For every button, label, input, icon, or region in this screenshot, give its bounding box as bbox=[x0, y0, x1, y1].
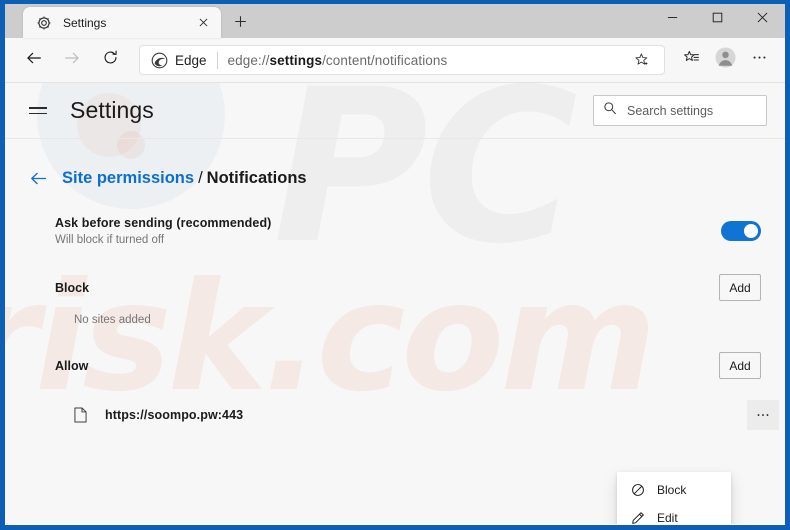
collections-button[interactable] bbox=[675, 45, 707, 75]
breadcrumb: Site permissions / Notifications bbox=[5, 139, 785, 188]
breadcrumb-separator: / bbox=[198, 169, 203, 187]
back-arrow-icon bbox=[25, 49, 43, 72]
allow-add-button[interactable]: Add bbox=[719, 352, 761, 379]
site-context-menu: Block Edit bbox=[617, 472, 731, 524]
search-input[interactable]: Search settings bbox=[627, 104, 713, 118]
minimize-button[interactable] bbox=[650, 4, 695, 34]
address-bar[interactable]: Edge edge://settings/content/notificatio… bbox=[139, 45, 665, 75]
block-add-button[interactable]: Add bbox=[719, 274, 761, 301]
back-button[interactable] bbox=[19, 45, 49, 75]
plus-icon bbox=[234, 15, 247, 33]
allow-site-url: https://soompo.pw:443 bbox=[105, 408, 244, 422]
forward-arrow-icon bbox=[63, 49, 81, 72]
browser-window-inner: Settings Edge edge://settings/content/no… bbox=[5, 4, 785, 525]
browser-window: Settings Edge edge://settings/content/no… bbox=[0, 0, 790, 530]
search-settings-box[interactable]: Search settings bbox=[593, 95, 767, 126]
minimize-icon bbox=[667, 10, 678, 28]
breadcrumb-parent-link[interactable]: Site permissions bbox=[62, 169, 194, 188]
back-arrow-icon[interactable] bbox=[29, 169, 48, 188]
context-menu-item-block[interactable]: Block bbox=[617, 476, 731, 504]
maximize-button[interactable] bbox=[695, 4, 740, 34]
allow-section-title: Allow bbox=[55, 358, 89, 373]
hamburger-icon[interactable] bbox=[29, 100, 51, 122]
block-section-header: Block Add bbox=[29, 274, 761, 301]
tab-title: Settings bbox=[63, 15, 107, 30]
profile-button[interactable] bbox=[709, 45, 741, 75]
ask-before-sending-row: Ask before sending (recommended) Will bl… bbox=[29, 214, 761, 248]
favorites-list-icon bbox=[683, 49, 700, 71]
ellipsis-icon bbox=[757, 414, 769, 416]
allow-site-more-button[interactable] bbox=[747, 400, 779, 430]
block-empty-text: No sites added bbox=[74, 314, 151, 326]
pencil-icon bbox=[630, 511, 646, 524]
allow-section-header: Allow Add bbox=[29, 352, 761, 379]
reload-button[interactable] bbox=[95, 45, 125, 75]
maximize-icon bbox=[712, 10, 723, 28]
context-menu-item-edit[interactable]: Edit bbox=[617, 504, 731, 524]
block-circle-icon bbox=[630, 483, 646, 497]
page-file-icon bbox=[74, 407, 88, 423]
omnibox-brand-label: Edge bbox=[175, 52, 207, 68]
context-menu-label: Block bbox=[657, 483, 687, 497]
browser-toolbar: Edge edge://settings/content/notificatio… bbox=[5, 38, 785, 83]
breadcrumb-current: Notifications bbox=[206, 169, 307, 187]
search-icon bbox=[603, 101, 617, 120]
context-menu-label: Edit bbox=[657, 511, 678, 524]
omnibox-url: edge://settings/content/notifications bbox=[228, 53, 448, 68]
ask-before-sending-text: Ask before sending (recommended) Will bl… bbox=[55, 216, 721, 246]
omnibox-divider bbox=[216, 51, 218, 69]
page-title: Settings bbox=[70, 97, 154, 123]
gear-icon bbox=[36, 15, 52, 31]
ask-before-sending-subtitle: Will block if turned off bbox=[55, 234, 165, 246]
close-window-button[interactable] bbox=[740, 4, 785, 34]
ask-before-sending-toggle[interactable] bbox=[721, 221, 761, 241]
settings-page: PC risk.com Settings Search settings bbox=[5, 83, 785, 524]
new-tab-button[interactable] bbox=[225, 10, 255, 38]
url-path: /content/notifications bbox=[322, 52, 448, 68]
settings-header: Settings Search settings bbox=[5, 83, 785, 139]
window-caption-buttons bbox=[650, 4, 785, 34]
ellipsis-icon bbox=[751, 49, 768, 71]
url-host: settings bbox=[269, 52, 323, 68]
close-icon[interactable] bbox=[194, 13, 213, 32]
block-section-title: Block bbox=[55, 280, 90, 295]
edge-logo-icon bbox=[151, 52, 168, 69]
toggle-knob bbox=[744, 224, 758, 238]
forward-button[interactable] bbox=[57, 45, 87, 75]
settings-body: Ask before sending (recommended) Will bl… bbox=[5, 214, 785, 430]
ask-before-sending-title: Ask before sending (recommended) bbox=[55, 216, 272, 230]
browser-more-button[interactable] bbox=[743, 45, 775, 75]
allow-site-row[interactable]: https://soompo.pw:443 bbox=[29, 400, 779, 430]
tab-strip: Settings bbox=[5, 4, 785, 38]
close-icon bbox=[757, 10, 768, 28]
reload-icon bbox=[102, 49, 119, 71]
browser-tab-settings[interactable]: Settings bbox=[23, 7, 221, 38]
star-plus-icon[interactable] bbox=[630, 48, 654, 72]
url-scheme: edge:// bbox=[227, 52, 270, 68]
avatar-icon bbox=[714, 47, 736, 73]
